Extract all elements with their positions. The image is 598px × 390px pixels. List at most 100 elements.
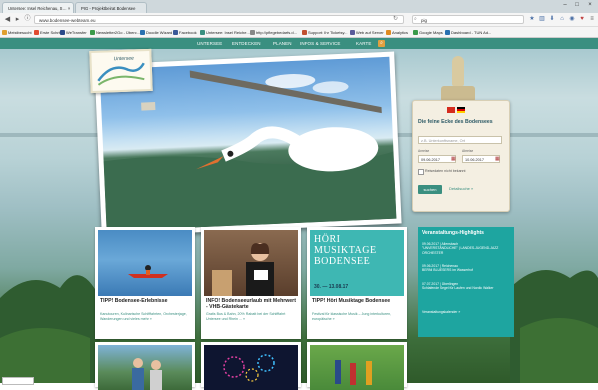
- card-image: HÖRI MUSIKTAGE BODENSEE 30. — 13.08.17: [310, 230, 404, 296]
- card-row2-1[interactable]: [95, 342, 195, 390]
- card-title: TIPP! Bodensee-Erlebnisse: [100, 298, 168, 304]
- event-item[interactable]: 09.06.2017 | Allensbach "UNVERSTÄNDLICHE…: [422, 242, 510, 255]
- site-navbar: [0, 38, 598, 49]
- search-icon: ⌕: [414, 16, 417, 22]
- kayak-image: [128, 265, 168, 278]
- bookmark-icon: [386, 30, 391, 36]
- events-calendar-link[interactable]: Veranstaltungskalender »: [422, 310, 510, 314]
- card-vhb-gaestekarte[interactable]: INFO! Bodenseeurlaub mit Mehrwert - VHB-…: [201, 227, 301, 339]
- tab-label: PIG - Projektbeirat Bodensee: [81, 6, 136, 11]
- bookmark-star-icon[interactable]: ★: [528, 15, 536, 24]
- bookmark-item[interactable]: Newsletter2Go - Überc...: [90, 29, 140, 36]
- nav-planen[interactable]: PLANEN: [273, 38, 292, 49]
- nav-untersee[interactable]: UNTERSEE: [197, 38, 222, 49]
- reload-icon[interactable]: ↻: [393, 15, 398, 24]
- bookmark-item[interactable]: Support: Ihr Ticketsy...: [302, 29, 348, 36]
- bookmark-icon: [2, 30, 7, 36]
- pocket-icon[interactable]: ♥: [578, 15, 586, 24]
- location-input[interactable]: z.B. Unterkunftsname, Ort: [418, 136, 502, 144]
- bookmark-label: Facebook: [179, 30, 197, 35]
- close-window-icon[interactable]: ×: [585, 1, 595, 9]
- maximize-icon[interactable]: □: [572, 1, 582, 9]
- card-description: Kanutouren, Kulinarische Schifffahrten, …: [100, 312, 187, 321]
- card-row2-3[interactable]: [307, 342, 407, 390]
- calendar-icon[interactable]: ▦: [451, 155, 456, 163]
- bookmark-label: Analytics: [392, 30, 409, 35]
- browser-tab-pig[interactable]: PIG - Projektbeirat Bodensee: [75, 2, 147, 13]
- person-image: [212, 243, 274, 296]
- bookmark-icon: [445, 30, 450, 36]
- bookmark-item[interactable]: Analytics: [386, 29, 408, 36]
- search-icon[interactable]: ⌕: [378, 40, 385, 47]
- detail-search-link[interactable]: Detailsuche »: [449, 186, 473, 191]
- bookmark-item[interactable]: Untersee: Insel Reiche...: [200, 29, 250, 36]
- hikers-image: [335, 360, 372, 385]
- bookmark-icon: [34, 30, 39, 36]
- bookmark-item[interactable]: Google Maps: [413, 29, 443, 36]
- bookmark-item[interactable]: Meistbesucht: [2, 29, 32, 36]
- bookmark-item[interactable]: Doodle Wizard: [140, 29, 172, 36]
- forward-icon[interactable]: ▸: [13, 15, 22, 24]
- bookmark-item[interactable]: WeTransfer: [60, 29, 87, 36]
- arrival-label: Anreise: [418, 149, 430, 153]
- bookmark-label: Support: Ihr Ticketsy...: [308, 30, 348, 35]
- bookmark-icon: [302, 30, 307, 36]
- status-bar: [2, 377, 34, 385]
- bookmark-icon: [250, 30, 255, 36]
- card-image: [204, 345, 298, 390]
- back-icon[interactable]: ◀: [3, 15, 12, 24]
- bookmark-icon: [350, 30, 355, 36]
- bookmark-icon: [140, 30, 145, 36]
- bookmark-icon: [173, 30, 178, 36]
- bookmark-icon: [200, 30, 205, 36]
- bookmark-item[interactable]: Web auf Server: [350, 29, 384, 36]
- booking-title: Die feine Ecke des Bodensees: [418, 119, 493, 125]
- nav-entdecken[interactable]: ENTDECKEN: [232, 38, 261, 49]
- card-image: [204, 230, 298, 296]
- nav-karte[interactable]: KARTE: [356, 38, 371, 49]
- nav-infos-service[interactable]: INFOS & SERVICE: [300, 38, 340, 49]
- card-bodensee-erlebnisse[interactable]: TIPP! Bodensee-Erlebnisse Kanutouren, Ku…: [95, 227, 195, 339]
- untersee-logo[interactable]: Untersee: [89, 48, 153, 94]
- bookmark-item[interactable]: Facebook: [173, 29, 197, 36]
- bookmark-label: http://pflegebedarfs.d...: [256, 30, 297, 35]
- bookmark-label: WeTransfer: [66, 30, 87, 35]
- search-input[interactable]: pig: [412, 15, 524, 24]
- dates-unknown-checkbox[interactable]: [418, 169, 424, 175]
- bookmark-icon: [60, 30, 65, 36]
- dates-unknown-label: Reisedaten nicht bekannt: [425, 169, 466, 173]
- poster-dates: 30. — 13.08.17: [314, 284, 349, 290]
- bookmark-label: Doodle Wizard: [146, 30, 173, 35]
- people-image: [132, 358, 162, 390]
- bookmark-icon: [90, 30, 95, 36]
- flag-german-icon[interactable]: [457, 107, 465, 113]
- browser-tab-untersee[interactable]: Untersee: Insel Reichenau, S… ×: [2, 2, 74, 13]
- calendar-icon[interactable]: ▦: [495, 155, 500, 163]
- fireworks-image: [223, 354, 275, 382]
- bookmark-label: Untersee: Insel Reiche...: [206, 30, 250, 35]
- departure-label: Abreise: [462, 149, 474, 153]
- tag-strap: [452, 56, 464, 86]
- bookmark-icon: [413, 30, 418, 36]
- poster-title: HÖRI MUSIKTAGE BODENSEE: [314, 234, 377, 267]
- bookmark-label: Newsletter2Go - Überc...: [96, 30, 141, 35]
- extension-icon[interactable]: ◉: [568, 15, 576, 24]
- minimize-icon[interactable]: –: [560, 1, 570, 9]
- search-submit-button[interactable]: suchen: [418, 185, 442, 194]
- bookmark-item[interactable]: Dashboard - TUN Ad...: [445, 29, 491, 36]
- info-icon[interactable]: ⓘ: [23, 15, 32, 24]
- bookmark-label: Dashboard - TUN Ad...: [451, 30, 492, 35]
- event-item[interactable]: 09.06.2017 | Reichenau BERNI BLUESERS im…: [422, 264, 510, 273]
- home-icon[interactable]: ⌂: [558, 15, 566, 24]
- card-row2-2[interactable]: [201, 342, 301, 390]
- bookmark-item[interactable]: http://pflegebedarfs.d...: [250, 29, 297, 36]
- tab-label: Untersee: Insel Reichenau, S… ×: [8, 6, 71, 11]
- card-hoeri-musiktage[interactable]: HÖRI MUSIKTAGE BODENSEE 30. — 13.08.17 T…: [307, 227, 407, 339]
- event-item[interactable]: 07.07.2017 | Überlingen Schlafende Segel…: [422, 282, 510, 291]
- library-icon[interactable]: ▥: [538, 15, 546, 24]
- flag-swiss-icon[interactable]: [447, 107, 455, 113]
- download-icon[interactable]: ⬇: [548, 15, 556, 24]
- menu-icon[interactable]: ≡: [588, 15, 596, 24]
- card-title: INFO! Bodenseeurlaub mit Mehrwert - VHB-…: [206, 298, 296, 310]
- url-input[interactable]: www.bodensee-webteam.eu: [34, 15, 404, 24]
